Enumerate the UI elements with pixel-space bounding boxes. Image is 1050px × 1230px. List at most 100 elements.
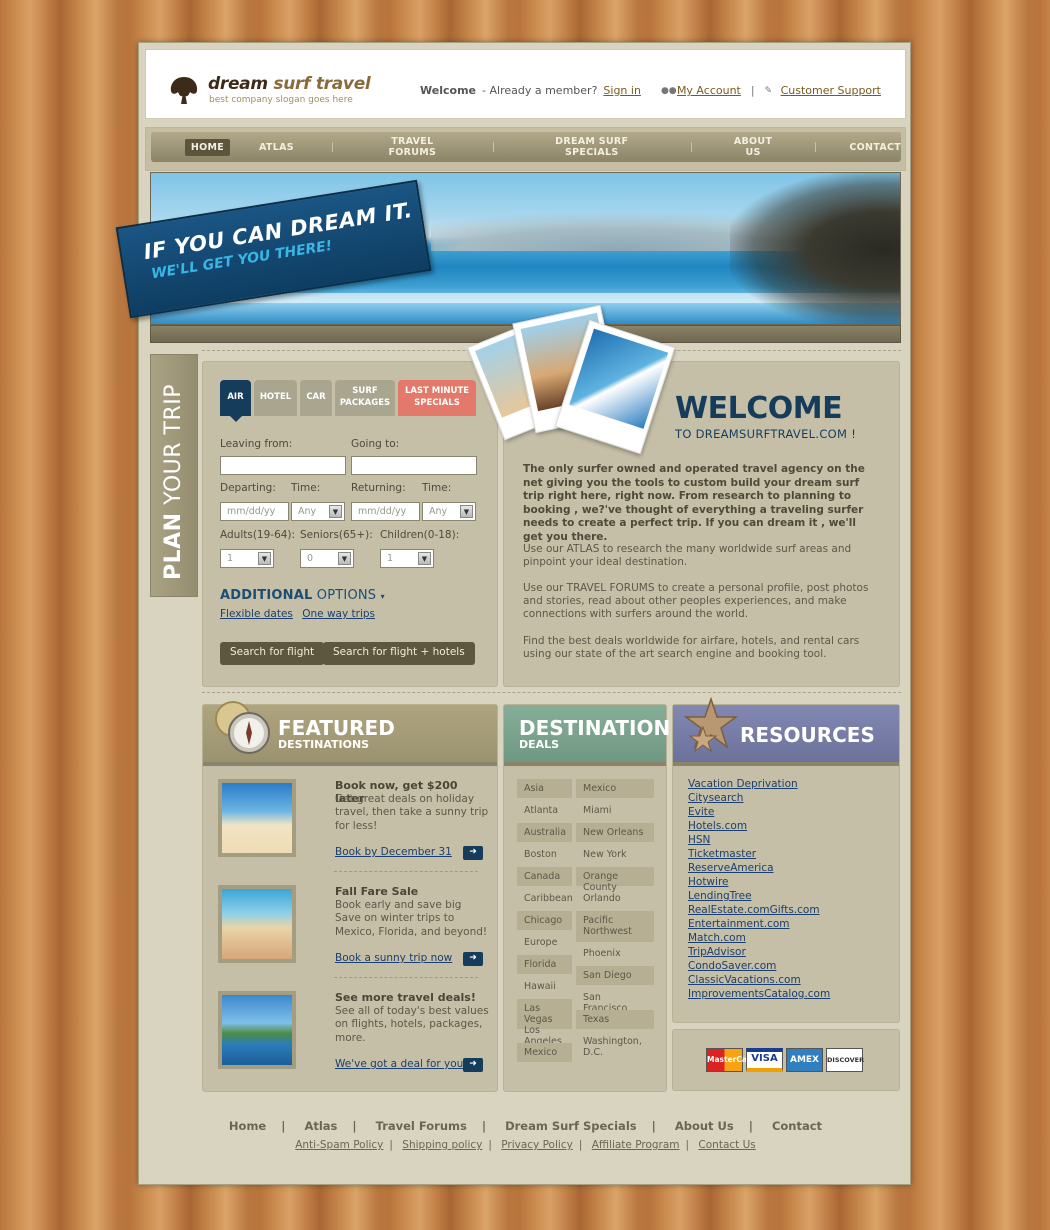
deal-item[interactable]: Europe [517, 933, 572, 952]
nav-about-us[interactable]: ABOUT US [725, 136, 782, 158]
nav-travel-forums[interactable]: TRAVEL FORUMS [366, 136, 459, 158]
resource-link[interactable]: Citysearch [688, 792, 743, 804]
logo-text[interactable]: dream surf travel [208, 74, 371, 94]
resource-link[interactable]: Entertainment.com [688, 918, 790, 930]
deal-item[interactable]: Atlanta [517, 801, 572, 820]
additional-options-toggle[interactable]: ADDITIONAL OPTIONS ▾ [220, 588, 385, 603]
footer-nav-dream-surf-specials[interactable]: Dream Surf Specials [505, 1119, 637, 1133]
amex-icon: AMEX [786, 1048, 823, 1072]
nav-dream-surf-specials[interactable]: DREAM SURF SPECIALS [527, 136, 657, 158]
footer-affiliate-link[interactable]: Affiliate Program [592, 1139, 680, 1151]
tab-car[interactable]: CAR [300, 380, 332, 416]
footer-nav: Home | Atlas | Travel Forums | Dream Surf S… [139, 1119, 912, 1133]
deal-item[interactable]: Canada [517, 867, 572, 886]
featured-image-beach[interactable] [218, 779, 296, 857]
resource-link[interactable]: CondoSaver.com [688, 960, 776, 972]
resource-link[interactable]: Match.com [688, 932, 746, 944]
nav-atlas[interactable]: ATLAS [259, 142, 294, 153]
footer-shipping-link[interactable]: Shipping policy [402, 1139, 482, 1151]
divider [202, 692, 901, 693]
deal-item[interactable]: Phoenix [576, 944, 654, 963]
arrow-right-icon[interactable]: ➜ [463, 1058, 483, 1072]
footer-contact-link[interactable]: Contact Us [698, 1139, 755, 1151]
arrow-right-icon[interactable]: ➜ [463, 846, 483, 860]
featured-item-link[interactable]: Book by December 31 [335, 846, 452, 858]
deal-item[interactable]: Australia [517, 823, 572, 842]
depart-date-input[interactable]: mm/dd/yy [220, 502, 289, 521]
resource-link[interactable]: Evite [688, 806, 714, 818]
separator: | [389, 1139, 393, 1151]
nav-home[interactable]: HOME [184, 138, 231, 156]
deal-item[interactable]: Washington, D.C. [576, 1032, 654, 1063]
nav-contact[interactable]: CONTACT [849, 142, 901, 153]
flexible-dates-link[interactable]: Flexible dates [220, 608, 293, 620]
featured-item-desc: See all of today's best values on flight… [335, 1005, 489, 1044]
deal-item[interactable]: Caribbean [517, 889, 573, 908]
deal-item[interactable]: Hawaii [517, 977, 572, 996]
deal-item[interactable]: San Francisco [576, 988, 654, 1014]
resource-link[interactable]: LendingTree [688, 890, 752, 902]
children-select[interactable]: 1 ▼ [380, 549, 434, 568]
resource-link[interactable]: Hotwire [688, 876, 729, 888]
arrow-right-icon[interactable]: ➜ [463, 952, 483, 966]
featured-item-link[interactable]: Book a sunny trip now [335, 952, 452, 964]
deal-item[interactable]: Florida [517, 955, 572, 974]
tab-last-minute[interactable]: LAST MINUTE SPECIALS [398, 380, 476, 416]
tab-hotel[interactable]: HOTEL [254, 380, 297, 416]
footer-nav-about-us[interactable]: About Us [675, 1119, 734, 1133]
going-to-input[interactable] [351, 456, 477, 475]
tab-surf-packages[interactable]: SURF PACKAGES [335, 380, 395, 416]
deal-item[interactable]: San Diego [576, 966, 654, 985]
deal-item[interactable]: Mexico [576, 779, 654, 798]
deal-item[interactable]: Asia [517, 779, 572, 798]
tab-line: LAST MINUTE [404, 386, 470, 397]
featured-item-link[interactable]: We've got a deal for you [335, 1058, 463, 1070]
leaving-from-input[interactable] [220, 456, 346, 475]
deal-item[interactable]: Chicago [517, 911, 572, 930]
adults-select[interactable]: 1 ▼ [220, 549, 274, 568]
deal-item[interactable]: Mexico [517, 1043, 572, 1062]
featured-destinations-panel: FEATURED DESTINATIONS Book now, get $200… [202, 701, 498, 1092]
resource-link[interactable]: ImprovementsCatalog.com [688, 988, 830, 1000]
resource-link[interactable]: HSN [688, 834, 710, 846]
resource-link[interactable]: Ticketmaster [688, 848, 756, 860]
sign-in-link[interactable]: Sign in [603, 84, 641, 97]
return-time-label: Time: [422, 482, 452, 494]
search-flight-button[interactable]: Search for flight [220, 642, 325, 665]
customer-support-link[interactable]: Customer Support [781, 84, 881, 97]
deal-item[interactable]: Texas [576, 1010, 654, 1029]
tab-line: PACKAGES [339, 398, 391, 408]
return-date-input[interactable]: mm/dd/yy [351, 502, 420, 521]
deal-item[interactable]: New York [576, 845, 654, 864]
resource-link[interactable]: ReserveAmerica [688, 862, 774, 874]
deal-item[interactable]: Boston [517, 845, 572, 864]
return-time-select[interactable]: Any ▼ [422, 502, 476, 521]
resource-link[interactable]: Vacation Deprivation [688, 778, 798, 790]
featured-image-island[interactable] [218, 991, 296, 1069]
deal-item[interactable]: Miami [576, 801, 654, 820]
footer-nav-contact[interactable]: Contact [772, 1119, 822, 1133]
deal-item[interactable]: Pacific Northwest [576, 911, 654, 942]
resource-link[interactable]: ClassicVacations.com [688, 974, 801, 986]
seniors-select[interactable]: 0 ▼ [300, 549, 354, 568]
tab-air[interactable]: AIR [220, 380, 251, 416]
search-flight-hotels-button[interactable]: Search for flight + hotels [323, 642, 475, 665]
footer-nav-home[interactable]: Home [229, 1119, 266, 1133]
resource-link[interactable]: TripAdvisor [688, 946, 746, 958]
one-way-link[interactable]: One way trips [302, 608, 375, 620]
resource-link[interactable]: Hotels.com [688, 820, 747, 832]
featured-image-couple[interactable] [218, 885, 296, 963]
star-icon [683, 697, 739, 753]
deal-item[interactable]: Orlando [576, 889, 654, 908]
footer-nav-atlas[interactable]: Atlas [304, 1119, 337, 1133]
footer-nav-travel-forums[interactable]: Travel Forums [376, 1119, 467, 1133]
deals-title: DESTINATION [519, 716, 671, 740]
my-account-link[interactable]: My Account [677, 84, 741, 97]
separator: | [750, 84, 755, 97]
footer-privacy-link[interactable]: Privacy Policy [501, 1139, 573, 1151]
deal-item[interactable]: New Orleans [576, 823, 654, 842]
footer-anti-spam-link[interactable]: Anti-Spam Policy [295, 1139, 383, 1151]
deal-item[interactable]: Orange County [576, 867, 654, 893]
resource-link[interactable]: RealEstate.comGifts.com [688, 904, 820, 916]
depart-time-select[interactable]: Any ▼ [291, 502, 345, 521]
